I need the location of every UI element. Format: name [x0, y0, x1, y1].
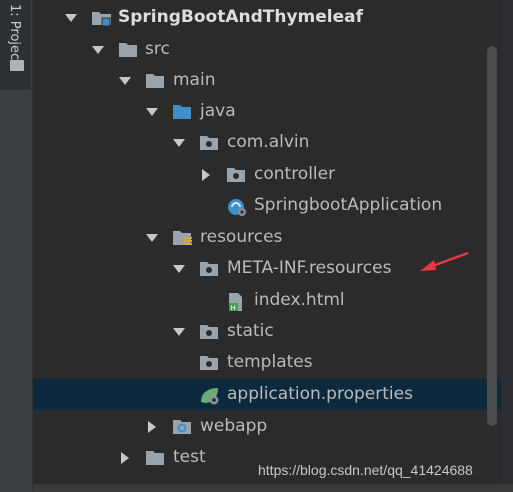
tree-row[interactable]: webapp	[33, 411, 501, 442]
tree-row[interactable]: controller	[33, 159, 501, 190]
expand-arrow-down-icon[interactable]	[172, 325, 186, 339]
annotation-arrow-icon	[420, 251, 469, 271]
package-icon	[199, 323, 218, 340]
tree-row[interactable]: src	[33, 34, 501, 65]
package-icon	[199, 260, 218, 277]
tree-row[interactable]: templates	[33, 347, 501, 378]
web-folder-icon	[172, 418, 191, 435]
expand-arrow-right-icon[interactable]	[145, 420, 159, 434]
tree-item-label: resources	[200, 227, 283, 247]
expand-arrow-down-icon[interactable]	[118, 74, 132, 88]
tree-item-label: java	[200, 101, 236, 121]
tree-item-label: index.html	[254, 290, 345, 310]
tree-item-label: static	[227, 321, 274, 341]
tree-item-label: SpringbootApplication	[254, 195, 443, 215]
tree-item-label: src	[145, 39, 170, 59]
bottom-edge	[33, 484, 513, 492]
expand-arrow-down-icon[interactable]	[91, 43, 105, 57]
expand-arrow-down-icon[interactable]	[145, 231, 159, 245]
tree-item-label: test	[173, 447, 206, 467]
package-icon	[199, 134, 218, 151]
tree-item-label: templates	[227, 352, 313, 372]
expand-arrow-right-icon[interactable]	[118, 451, 132, 465]
folder-icon	[145, 449, 164, 466]
tree-item-label: application.properties	[227, 384, 413, 404]
tree-item-label: SpringBootAndThymeleaf	[118, 7, 364, 27]
resources-folder-icon	[172, 229, 192, 246]
project-folder-icon	[10, 60, 24, 71]
tree-row[interactable]: main	[33, 65, 501, 96]
expand-arrow-down-icon[interactable]	[172, 136, 186, 150]
tree-row[interactable]: Hindex.html	[33, 285, 501, 316]
tree-item-label: main	[173, 70, 216, 90]
spring-properties-icon	[199, 386, 219, 405]
tree-item-label: com.alvin	[227, 132, 310, 152]
expand-arrow-down-icon[interactable]	[172, 262, 186, 276]
expand-arrow-right-icon[interactable]	[199, 168, 213, 182]
expand-arrow-down-icon[interactable]	[64, 11, 78, 25]
project-tree[interactable]: SpringBootAndThymeleaf src main java com.alv…	[33, 0, 501, 492]
tree-row[interactable]: static	[33, 316, 501, 347]
folder-icon	[145, 72, 164, 89]
source-folder-icon	[172, 103, 191, 120]
package-icon	[199, 354, 218, 371]
tree-row[interactable]: com.alvin	[33, 127, 501, 158]
package-icon	[226, 166, 245, 183]
tree-row[interactable]: application.properties	[33, 379, 501, 410]
expand-arrow-down-icon[interactable]	[145, 105, 159, 119]
tree-row[interactable]: SpringbootApplication	[33, 190, 501, 221]
watermark-text: https://blog.csdn.net/qq_41424688	[258, 462, 473, 478]
tree-item-label: controller	[254, 164, 336, 184]
html-file-icon: H	[226, 292, 244, 312]
svg-text:H: H	[231, 304, 236, 312]
spring-boot-class-icon	[226, 197, 246, 216]
project-tab-label: 1: Project	[7, 4, 22, 66]
tree-item-label: webapp	[200, 416, 268, 436]
tree-row[interactable]: java	[33, 96, 501, 127]
module-folder-icon	[91, 9, 111, 27]
vertical-scrollbar[interactable]	[487, 46, 497, 426]
project-tool-tab[interactable]: 1: Project	[0, 0, 31, 90]
folder-icon	[118, 41, 137, 58]
tree-row[interactable]: SpringBootAndThymeleaf	[33, 2, 501, 33]
tree-item-label: META-INF.resources	[227, 258, 392, 278]
tool-window-sidebar: 1: Project	[0, 0, 33, 492]
